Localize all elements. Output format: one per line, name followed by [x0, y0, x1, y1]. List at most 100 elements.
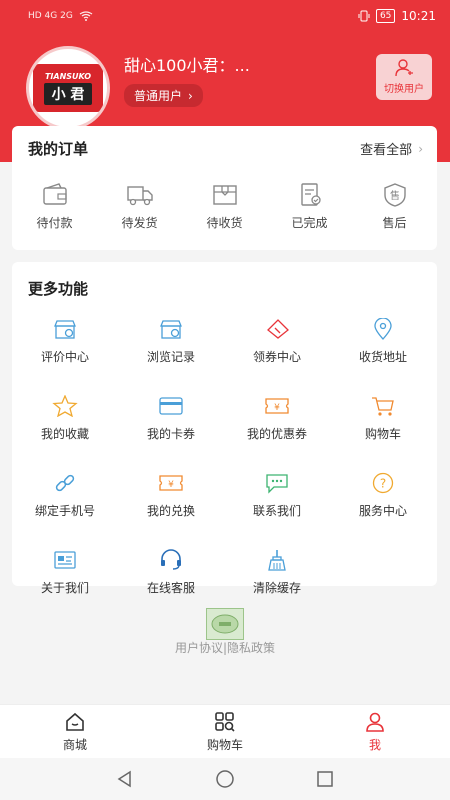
clear-cache-item[interactable]: 清除缓存: [224, 549, 330, 596]
footer-links[interactable]: 用户协议|隐私政策: [0, 639, 450, 656]
function-label: 关于我们: [40, 581, 89, 595]
cart-item[interactable]: 购物车: [330, 395, 436, 442]
order-status-row: 待付款 待发货 待收货 已完成 售 售后: [12, 182, 437, 231]
shop-gear-icon: [160, 320, 182, 339]
avatar[interactable]: TIANSUKO 小 君: [26, 46, 110, 130]
tab-mall[interactable]: 商城: [0, 705, 150, 758]
coupon-icon: ¥: [265, 398, 289, 414]
status-right: 65 10:21: [358, 9, 436, 23]
order-after-sales[interactable]: 售 售后: [352, 182, 437, 231]
avatar-brand: TIANSUKO: [44, 71, 92, 81]
function-label: 联系我们: [252, 504, 301, 518]
orders-card: 我的订单 查看全部 › 待付款 待发货 待收货 已完成 售 售后: [12, 126, 437, 250]
my-exchange-item[interactable]: ¥ 我的兑换: [118, 472, 224, 519]
review-center-item[interactable]: 评价中心: [12, 318, 118, 365]
user-name: 甜心100小君：...: [124, 56, 250, 75]
cart-icon: [372, 397, 394, 416]
service-center-item[interactable]: ? 服务中心: [330, 472, 436, 519]
order-pending-payment[interactable]: 待付款: [12, 182, 97, 231]
network-indicators-text: HD 4G 2G: [28, 11, 73, 21]
order-completed[interactable]: 已完成: [267, 182, 352, 231]
user-level-badge[interactable]: 普通用户 ›: [124, 84, 203, 107]
headset-icon: [161, 549, 181, 570]
function-label: 我的兑换: [146, 504, 195, 518]
function-label: 我的优惠券: [246, 427, 307, 441]
exchange-glyph: ¥: [168, 480, 174, 490]
back-icon[interactable]: [115, 769, 135, 789]
about-us-item[interactable]: 关于我们: [12, 549, 118, 596]
clock: 10:21: [401, 9, 436, 23]
wallet-icon: [42, 183, 67, 205]
tab-cart[interactable]: 购物车: [150, 705, 300, 758]
coupon-center-item[interactable]: 领券中心: [224, 318, 330, 365]
my-cards-item[interactable]: 我的卡券: [118, 395, 224, 442]
home-circle-icon[interactable]: [215, 769, 235, 789]
contact-us-item[interactable]: 联系我们: [224, 472, 330, 519]
chevron-right-icon: ›: [418, 141, 423, 156]
order-label: 已完成: [291, 216, 328, 230]
favorites-item[interactable]: 我的收藏: [12, 395, 118, 442]
star-icon: [52, 395, 78, 417]
function-label: 购物车: [364, 427, 401, 441]
browse-history-item[interactable]: 浏览记录: [118, 318, 224, 365]
function-label: 我的卡券: [146, 427, 195, 441]
my-coupons-item[interactable]: ¥ 我的优惠券: [224, 395, 330, 442]
help-glyph: ?: [380, 477, 386, 491]
signal-indicators: HD 4G 2G: [28, 11, 93, 21]
avatar-image: TIANSUKO 小 君: [33, 64, 103, 112]
recents-icon[interactable]: [315, 769, 335, 789]
function-label: 领券中心: [252, 350, 301, 364]
tab-label: 商城: [62, 737, 87, 752]
battery-indicator: 65: [375, 9, 396, 23]
switch-user-label: 切换用户: [384, 84, 424, 95]
chat-icon: [266, 474, 288, 494]
shop-gear-icon: [54, 320, 76, 339]
home-icon: [66, 712, 84, 731]
function-label: 浏览记录: [146, 350, 195, 364]
view-all-orders-link[interactable]: 查看全部 ›: [360, 139, 423, 159]
clipboard-check-icon: [300, 183, 321, 206]
tab-me[interactable]: 我: [300, 705, 450, 758]
switch-user-icon: [395, 59, 413, 77]
function-label: 收货地址: [358, 350, 407, 364]
id-card-icon: [54, 551, 76, 569]
status-bar: HD 4G 2G 65 10:21: [0, 0, 450, 32]
person-icon: [366, 712, 384, 732]
card-icon: [159, 397, 183, 415]
order-label: 待发货: [121, 216, 158, 230]
more-functions-title: 更多功能: [28, 280, 89, 298]
help-icon: ?: [372, 472, 394, 494]
function-label: 在线客服: [146, 581, 195, 595]
order-label: 待付款: [36, 216, 73, 230]
shield-shou-icon: 售: [383, 183, 406, 207]
footer-logo: [206, 608, 244, 640]
avatar-text: 小 君: [43, 82, 93, 105]
tab-label: 我: [368, 737, 381, 752]
switch-user-button[interactable]: 切换用户: [376, 54, 432, 100]
ticket-icon: [267, 319, 289, 339]
function-label: 服务中心: [358, 504, 407, 518]
grid-search-icon: [215, 711, 235, 732]
order-pending-shipment[interactable]: 待发货: [97, 182, 182, 231]
chevron-right-icon: ›: [188, 88, 193, 103]
package-icon: [212, 185, 237, 205]
bind-phone-item[interactable]: 绑定手机号: [12, 472, 118, 519]
function-grid: 评价中心 浏览记录 领券中心 收货地址 我的收藏 我的卡券 ¥ 我的优惠券 购物…: [12, 318, 437, 596]
wifi-icon: [79, 11, 93, 21]
after-sales-glyph: 售: [390, 189, 400, 202]
online-support-item[interactable]: 在线客服: [118, 549, 224, 596]
order-label: 售后: [382, 216, 407, 230]
broom-icon: [268, 550, 286, 571]
tab-label: 购物车: [206, 737, 243, 752]
order-pending-receipt[interactable]: 待收货: [182, 182, 267, 231]
shipping-address-item[interactable]: 收货地址: [330, 318, 436, 365]
more-functions-card: 更多功能 评价中心 浏览记录 领券中心 收货地址 我的收藏 我的卡券 ¥ 我的优…: [12, 262, 437, 595]
system-nav-bar: [0, 758, 450, 800]
order-label: 待收货: [206, 216, 243, 230]
function-label: 我的收藏: [40, 427, 89, 441]
bottom-tab-bar: 商城 购物车 我: [0, 704, 450, 758]
exchange-icon: ¥: [159, 475, 183, 491]
function-label: 清除缓存: [252, 581, 301, 595]
function-label: 绑定手机号: [34, 504, 95, 518]
orders-title: 我的订单: [28, 140, 89, 158]
